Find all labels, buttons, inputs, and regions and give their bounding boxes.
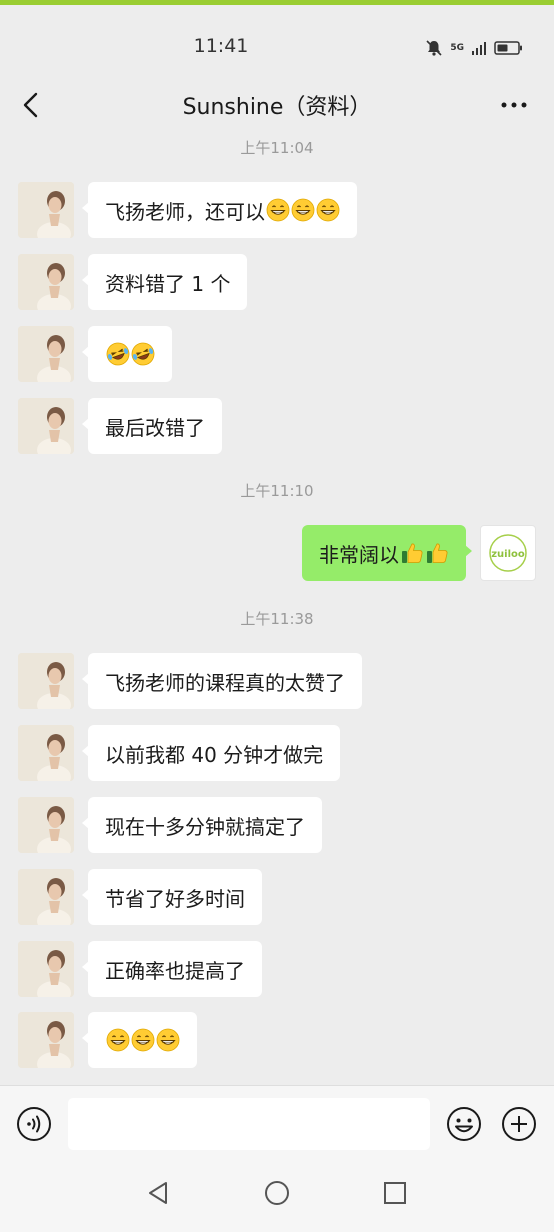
message-row: 飞扬老师的课程真的太赞了 [0,653,554,709]
message-text: 正确率也提高了 [105,958,245,983]
plus-icon[interactable] [501,1106,537,1142]
timestamp: 上午11:04 [240,139,314,157]
svg-text:zuiloo: zuiloo [491,549,525,560]
message-bubble[interactable]: 资料错了 1 个 [81,254,248,310]
avatar-photo [18,326,74,382]
message-bubble[interactable] [82,326,172,382]
message-bubble[interactable]: 飞扬老师的课程真的太赞了 [82,653,362,709]
message-text: 飞扬老师，还可以 [105,199,265,224]
recents-square-icon[interactable] [380,1178,410,1208]
contact-avatar[interactable] [18,326,74,382]
voice-icon[interactable] [16,1106,52,1142]
message-bubble[interactable]: 节省了好多时间 [82,869,262,925]
contact-avatar[interactable] [18,254,74,310]
message-row [0,326,554,382]
message-row: 正确率也提高了 [0,941,554,997]
grin-emoji-icon [131,1028,155,1052]
message-bubble[interactable]: 以前我都 40 分钟才做完 [81,725,341,781]
back-button[interactable] [14,87,50,123]
message-row [0,1012,554,1068]
avatar-photo [18,1012,74,1068]
status-icons: 5G [425,39,524,57]
contact-avatar[interactable] [18,182,74,238]
grin-emoji-icon [106,1028,130,1052]
back-triangle-icon[interactable] [144,1178,174,1208]
message-text: 节省了好多时间 [105,886,245,911]
my-avatar-logo: zuiloo [489,534,527,572]
avatar-photo [18,941,74,997]
message-row: 以前我都 40 分钟才做完 [0,725,554,781]
message-row: 飞扬老师，还可以 [0,182,554,238]
avatar-photo [18,797,74,853]
message-bubble[interactable]: 飞扬老师，还可以 [82,182,357,238]
contact-avatar[interactable] [18,869,74,925]
message-text: 以前我都 40 分钟才做完 [105,742,324,767]
grin-emoji-icon [156,1028,180,1052]
message-text: 飞扬老师的课程真的太赞了 [105,670,345,695]
more-button[interactable] [496,91,532,119]
message-row-self: 非常阔以 zuiloo [0,525,554,581]
message-bubble[interactable]: 最后改错了 [82,398,222,454]
timestamp: 上午11:38 [240,610,314,628]
contact-avatar[interactable] [18,797,74,853]
message-bubble[interactable]: 正确率也提高了 [82,941,262,997]
avatar-photo [18,398,74,454]
grin-emoji-icon [291,198,315,222]
message-row: 资料错了 1 个 [0,254,554,310]
avatar-photo [18,254,74,310]
emoji-icon[interactable] [446,1106,482,1142]
my-avatar[interactable]: zuiloo [480,525,536,581]
avatar-photo [18,182,74,238]
message-text: 现在十多分钟就搞定了 [105,814,305,839]
message-row: 最后改错了 [0,398,554,454]
message-text: 非常阔以 [319,542,399,567]
home-circle-icon[interactable] [262,1178,292,1208]
contact-avatar[interactable] [18,725,74,781]
contact-avatar[interactable] [18,653,74,709]
message-text: 最后改错了 [105,415,205,440]
contact-avatar[interactable] [18,941,74,997]
message-bubble[interactable] [82,1012,197,1068]
signal-icon [472,42,486,55]
grin-emoji-icon [316,198,340,222]
avatar-photo [18,869,74,925]
message-input[interactable] [68,1098,430,1150]
system-nav-bar [0,1160,554,1232]
thumbs-up-emoji-icon [402,543,423,563]
chat-message-list[interactable]: 上午11:04 飞扬老师，还可以 资料错了 1 个 最后改错了 上午11:10 … [0,135,554,1085]
contact-avatar[interactable] [18,398,74,454]
timestamp: 上午11:10 [240,482,314,500]
laugh-cry-emoji-icon [106,342,130,366]
network-label: 5G [450,42,464,53]
message-bubble-self[interactable]: 非常阔以 [302,525,472,581]
message-bubble[interactable]: 现在十多分钟就搞定了 [82,797,322,853]
contact-avatar[interactable] [18,1012,74,1068]
mute-bell-icon [426,40,442,56]
avatar-photo [18,653,74,709]
chat-header: Sunshine（资料） [0,75,554,135]
grin-emoji-icon [266,198,290,222]
status-time: 11:41 [193,35,249,57]
message-text: 资料错了 1 个 [105,271,231,296]
laugh-cry-emoji-icon [131,342,155,366]
chat-title: Sunshine（资料） [182,95,372,120]
message-row: 现在十多分钟就搞定了 [0,797,554,853]
avatar-photo [18,725,74,781]
input-bar [0,1085,554,1160]
status-bar: 11:41 5G [0,5,554,75]
thumbs-up-emoji-icon [427,543,448,563]
message-row: 节省了好多时间 [0,869,554,925]
battery-icon [494,41,522,55]
